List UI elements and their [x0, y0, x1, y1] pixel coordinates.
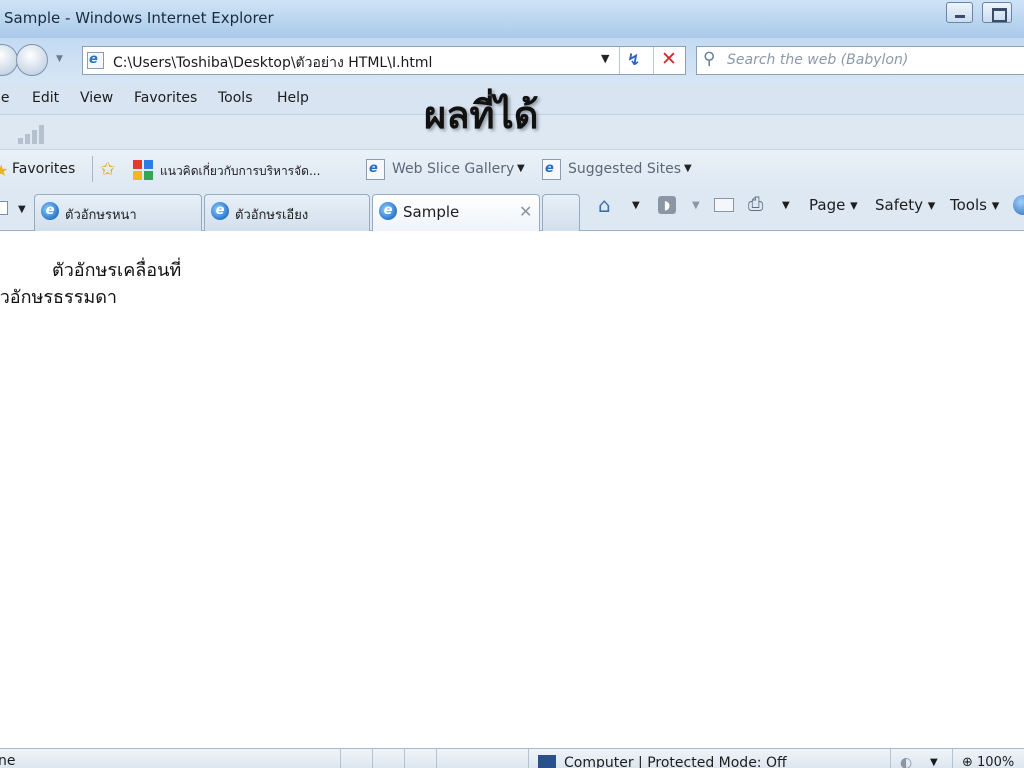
stop-icon[interactable]: ✕: [661, 48, 677, 70]
search-box[interactable]: ⚲: [696, 46, 1024, 75]
divider: [340, 749, 341, 768]
feeds-icon[interactable]: ◗: [658, 196, 676, 214]
page-content: [0, 232, 1024, 748]
security-zone-text[interactable]: Computer | Protected Mode: Off: [564, 755, 787, 768]
divider: [92, 156, 93, 182]
ie-icon: e: [41, 202, 59, 220]
tab-list-dropdown-icon[interactable]: ▼: [18, 204, 26, 215]
privacy-icon[interactable]: ◐: [900, 755, 912, 768]
quick-tabs-icon[interactable]: [0, 201, 8, 215]
print-icon[interactable]: ⎙: [748, 193, 763, 215]
menu-tools[interactable]: Tools: [218, 90, 253, 106]
title-bar: Sample - Windows Internet Explorer: [0, 0, 1024, 38]
menu-help[interactable]: Help: [277, 90, 309, 106]
divider: [436, 749, 437, 768]
menu-favorites[interactable]: Favorites: [134, 90, 197, 106]
favorites-bar: ★ Favorites ✩ แนวคิดเกี่ยวกับการบริหารจั…: [0, 149, 1024, 189]
marquee-text: ตัวอักษรเคลื่อนที่: [52, 260, 182, 281]
minimize-button[interactable]: [946, 2, 973, 23]
chevron-down-icon[interactable]: ▼: [632, 200, 640, 211]
chevron-down-icon[interactable]: ▼: [517, 163, 525, 174]
menu-view[interactable]: View: [80, 90, 113, 106]
status-bar: ne Computer | Protected Mode: Off ◐ ▼ ⊕ …: [0, 748, 1024, 768]
divider: [619, 47, 620, 74]
chevron-down-icon[interactable]: ▼: [782, 200, 790, 211]
tools-menu-label: Tools: [950, 196, 987, 214]
ie-icon: e: [379, 202, 397, 220]
tools-menu-button[interactable]: Tools ▾: [950, 196, 999, 214]
chevron-down-icon[interactable]: ▼: [930, 757, 938, 768]
tab-bold-text[interactable]: e ตัวอักษรหนา: [34, 194, 202, 231]
address-dropdown-icon[interactable]: ▼: [601, 52, 609, 65]
normal-text: ตัวอักษรธรรมดา: [0, 287, 118, 308]
safety-menu-label: Safety: [875, 196, 923, 214]
chevron-down-icon[interactable]: ▼: [684, 163, 692, 174]
menu-file[interactable]: le: [0, 90, 10, 106]
address-url[interactable]: C:\Users\Toshiba\Desktop\ตัวอย่าง HTML\I…: [113, 52, 432, 74]
site-icon: [133, 160, 153, 180]
refresh-icon[interactable]: ↯: [627, 50, 640, 69]
favorites-button[interactable]: Favorites: [12, 161, 75, 177]
zoom-value: 100%: [977, 755, 1015, 768]
mail-icon[interactable]: [714, 198, 734, 212]
home-icon[interactable]: ⌂: [598, 193, 611, 217]
safety-menu-button[interactable]: Safety ▾: [875, 196, 935, 214]
tab-label: ตัวอักษรหนา: [65, 208, 137, 223]
forward-button[interactable]: [16, 44, 48, 76]
star-icon[interactable]: ★: [0, 161, 8, 180]
tab-sample[interactable]: e Sample ✕: [372, 194, 540, 231]
search-input[interactable]: [727, 52, 1017, 68]
close-icon[interactable]: ✕: [519, 202, 532, 221]
menu-edit[interactable]: Edit: [32, 90, 59, 106]
maximize-button[interactable]: [982, 2, 1012, 23]
divider: [952, 749, 953, 768]
computer-zone-icon: [538, 755, 556, 768]
suggested-sites-link[interactable]: Suggested Sites: [568, 161, 681, 177]
tab-label: Sample: [403, 203, 460, 221]
web-slice-gallery-link[interactable]: Web Slice Gallery: [392, 161, 514, 177]
page-menu-button[interactable]: Page ▾: [809, 196, 858, 214]
divider: [404, 749, 405, 768]
search-icon[interactable]: ⚲: [703, 49, 715, 69]
divider: [372, 749, 373, 768]
address-bar[interactable]: e C:\Users\Toshiba\Desktop\ตัวอย่าง HTML…: [82, 46, 686, 75]
ie-icon: e: [211, 202, 229, 220]
add-favorite-icon[interactable]: ✩: [100, 159, 115, 180]
slide-caption: ผลที่ได้: [424, 93, 539, 137]
tab-bar: ▼ e ตัวอักษรหนา e ตัวอักษรเอียง e Sample…: [0, 189, 1024, 231]
recent-pages-dropdown-icon[interactable]: ▼: [56, 54, 63, 64]
page-icon: e: [87, 52, 104, 69]
navigation-bar: ▼ e C:\Users\Toshiba\Desktop\ตัวอย่าง HT…: [0, 38, 1024, 82]
divider: [653, 47, 654, 74]
ie-page-icon: e: [542, 159, 561, 180]
chevron-down-icon[interactable]: ▼: [692, 200, 700, 211]
tab-label: ตัวอักษรเอียง: [235, 208, 309, 223]
zoom-level[interactable]: ⊕ 100%: [962, 755, 1014, 768]
window-title: Sample - Windows Internet Explorer: [4, 9, 274, 27]
favorite-link[interactable]: แนวคิดเกี่ยวกับการบริหารจัด...: [160, 162, 320, 181]
divider: [890, 749, 891, 768]
divider: [528, 749, 529, 768]
page-menu-label: Page: [809, 196, 846, 214]
status-text: ne: [0, 753, 16, 768]
ie-page-icon: e: [366, 159, 385, 180]
tab-italic-text[interactable]: e ตัวอักษรเอียง: [204, 194, 370, 231]
new-tab-button[interactable]: [542, 194, 580, 231]
